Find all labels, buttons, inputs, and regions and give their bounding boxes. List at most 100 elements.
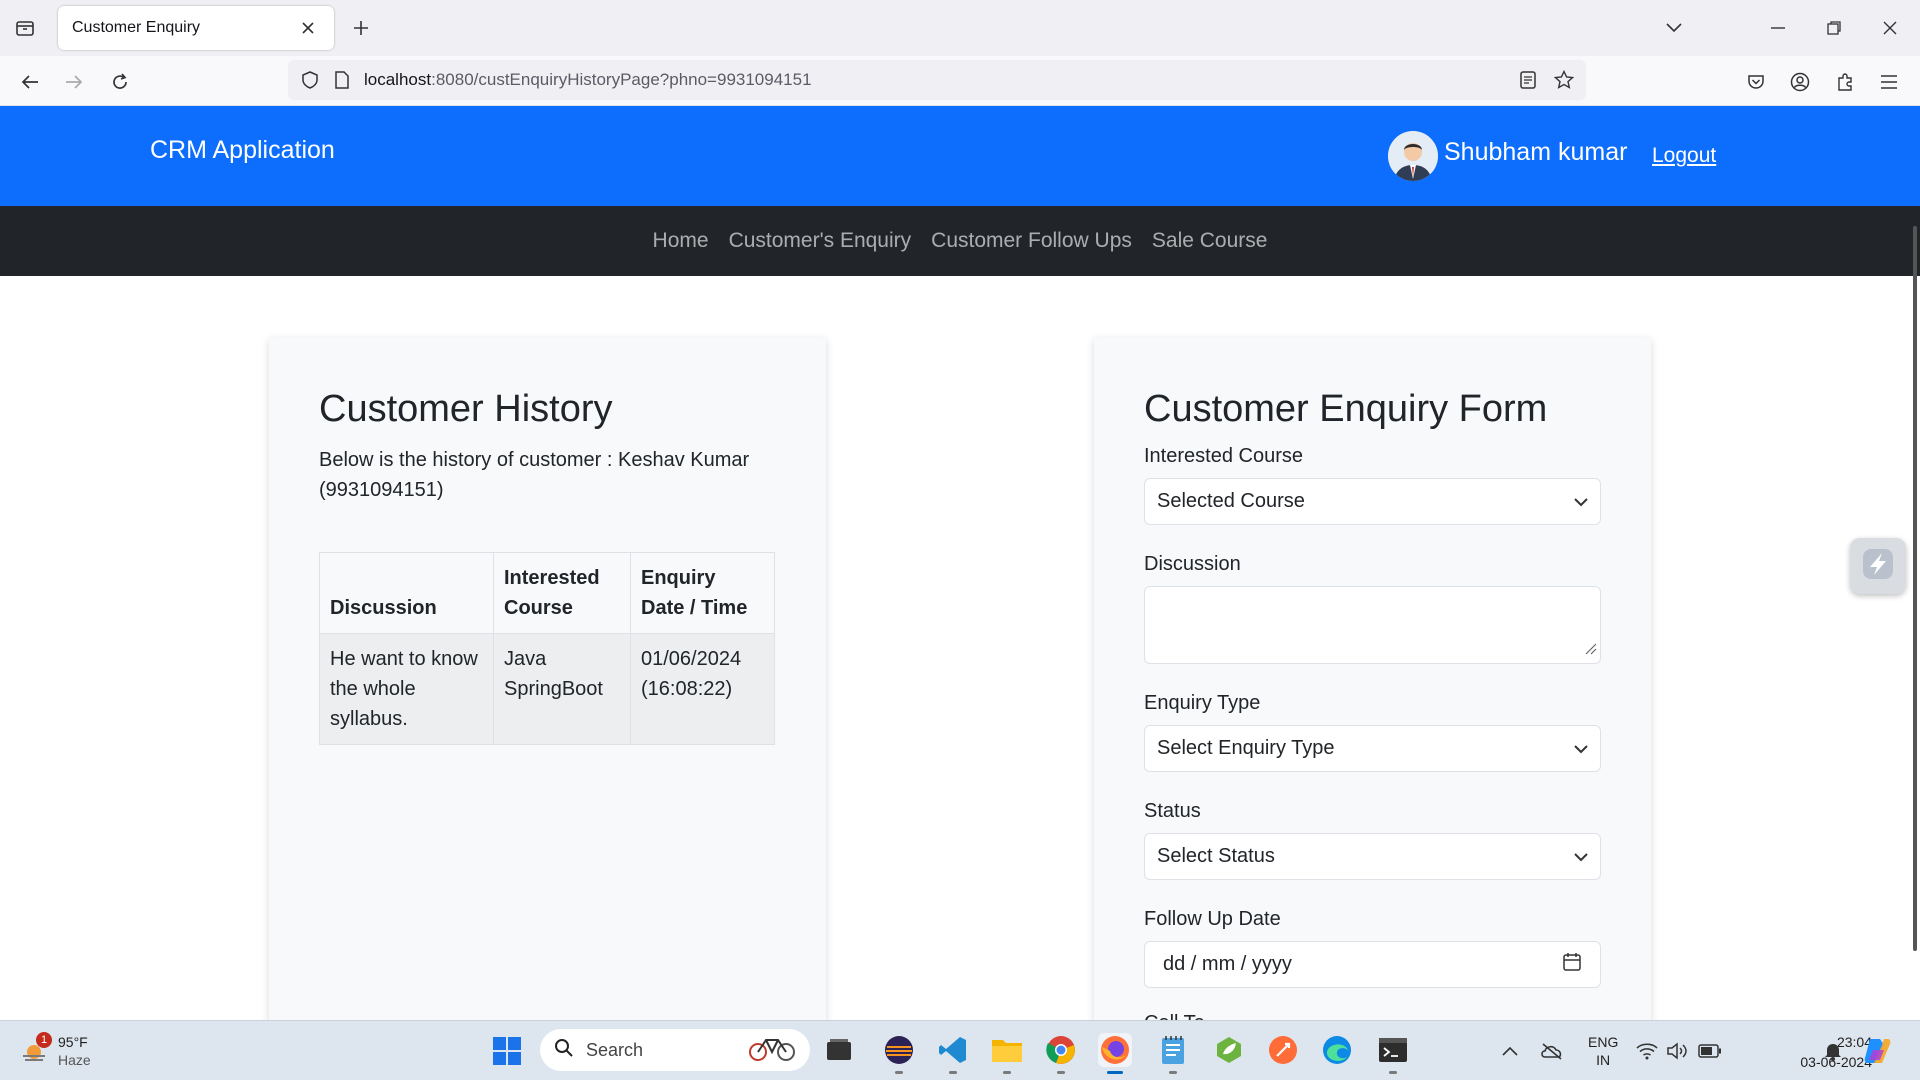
volume-icon[interactable] [1666,1021,1688,1080]
running-indicator [895,1071,903,1074]
reload-icon[interactable] [104,66,136,98]
course-select[interactable]: Selected Course [1144,478,1601,525]
notepad-icon[interactable] [1156,1033,1190,1074]
pocket-icon[interactable] [1740,66,1772,98]
discussion-field-group: Discussion [1144,553,1601,664]
browser-tabbar: Customer Enquiry [0,0,1920,56]
history-table: Discussion Interested Course Enquiry Dat… [319,552,775,745]
cell-datetime: 01/06/2024 (16:08:22) [630,633,775,745]
url-text[interactable]: localhost:8080/custEnquiryHistoryPage?ph… [364,70,812,90]
running-indicator [1389,1071,1397,1074]
running-indicator [949,1071,957,1074]
spring-tools-icon[interactable] [1212,1033,1246,1067]
show-hidden-icons-chevron[interactable] [1502,1021,1518,1080]
tab-title: Customer Enquiry [72,19,201,36]
vscode-icon[interactable] [936,1033,970,1074]
reader-view-icon[interactable] [1514,66,1542,94]
status-label: Status [1144,800,1201,822]
browser-toolbar: localhost:8080/custEnquiryHistoryPage?ph… [0,56,1920,106]
main-menu: Home Customer's Enquiry Customer Follow … [0,206,1920,276]
avatar [1388,131,1438,181]
lang-bottom: IN [1596,1052,1611,1068]
call-to-label: Call To [1144,1012,1601,1020]
course-select-value: Selected Course [1157,490,1305,512]
enquiry-form-card: Customer Enquiry Form Interested Course … [1094,338,1651,1020]
close-window-icon[interactable] [1874,12,1906,44]
followup-field-group: Follow Up Date dd / mm / yyyy [1144,908,1601,988]
lang-top: ENG [1588,1034,1619,1050]
customer-history-card: Customer History Below is the history of… [269,338,826,1020]
menu-item-home[interactable]: Home [653,229,709,253]
tab-close-icon[interactable] [296,16,320,40]
os-taskbar: 1 95°F Haze Search ENG IN 23:04 03-06-20… [0,1020,1920,1080]
page-scrollbar[interactable] [1913,226,1917,951]
table-row: He want to know the whole syllabus. Java… [319,633,775,745]
file-explorer-icon[interactable] [990,1033,1024,1074]
url-host: localhost [364,70,432,89]
onedrive-offline-icon[interactable] [1540,1021,1564,1080]
history-title: Customer History [319,388,613,430]
bookmark-star-icon[interactable] [1550,66,1578,94]
form-title: Customer Enquiry Form [1144,388,1548,430]
menu-hamburger-icon[interactable] [1873,66,1905,98]
followup-date-input[interactable]: dd / mm / yyyy [1144,941,1601,988]
menu-item-sale-course[interactable]: Sale Course [1152,229,1268,253]
battery-icon[interactable] [1698,1021,1722,1080]
taskbar-search[interactable]: Search [540,1029,810,1071]
notification-bell-icon[interactable] [1824,1021,1842,1080]
followup-label: Follow Up Date [1144,908,1281,930]
status-field-group: Status Select Status [1144,800,1601,880]
wifi-icon[interactable] [1636,1021,1658,1080]
web-page: CRM Application Shubham kumar Logout Hom… [0,106,1920,1020]
weather-temp: 95°F [58,1034,88,1050]
column-header-discussion: Discussion [319,552,494,634]
task-view-icon[interactable] [822,1033,856,1067]
language-indicator[interactable]: ENG IN [1588,1021,1618,1080]
restore-icon[interactable] [1818,12,1850,44]
list-all-tabs-icon[interactable] [1658,12,1690,44]
enquiry-type-select[interactable]: Select Enquiry Type [1144,725,1601,772]
firefox-icon[interactable] [1098,1033,1132,1074]
table-header-row: Discussion Interested Course Enquiry Dat… [319,552,775,634]
postman-icon[interactable] [1266,1033,1300,1067]
course-label: Interested Course [1144,445,1303,467]
weather-widget[interactable]: 1 95°F Haze [20,1029,110,1073]
address-bar[interactable]: localhost:8080/custEnquiryHistoryPage?ph… [288,60,1586,100]
tab-list-icon[interactable] [10,14,40,42]
floating-widget-button[interactable] [1850,538,1906,594]
cell-course: Java SpringBoot [493,633,631,745]
logout-link[interactable]: Logout [1652,144,1716,168]
browser-tab-active[interactable]: Customer Enquiry [58,6,334,50]
active-indicator [1107,1071,1123,1074]
terminal-icon[interactable] [1376,1033,1410,1074]
status-select[interactable]: Select Status [1144,833,1601,880]
back-icon[interactable] [14,66,46,98]
resize-handle-icon[interactable] [1583,641,1597,660]
status-select-value: Select Status [1157,845,1275,867]
brand-title[interactable]: CRM Application [150,136,335,165]
search-label: Search [586,1039,644,1060]
enquiry-type-field-group: Enquiry Type Select Enquiry Type [1144,692,1601,772]
course-field-group: Interested Course Selected Course [1144,445,1601,525]
extensions-icon[interactable] [1829,66,1861,98]
eclipse-icon[interactable] [882,1033,916,1074]
shield-icon[interactable] [296,66,324,94]
calendar-icon[interactable] [1562,952,1582,978]
forward-icon[interactable] [58,66,90,98]
menu-item-customers-enquiry[interactable]: Customer's Enquiry [729,229,912,253]
discussion-textarea[interactable] [1144,586,1601,664]
enquiry-type-label: Enquiry Type [1144,692,1261,714]
menu-item-customer-follow-ups[interactable]: Customer Follow Ups [931,229,1132,253]
minimize-icon[interactable] [1762,12,1794,44]
copilot-icon[interactable] [1862,1021,1892,1080]
page-icon[interactable] [328,66,356,94]
bicycle-icon [748,1034,796,1067]
chrome-icon[interactable] [1044,1033,1078,1074]
account-icon[interactable] [1784,66,1816,98]
chevron-down-icon [1574,737,1588,760]
edge-icon[interactable] [1320,1033,1354,1067]
history-description: Below is the history of customer : Kesha… [319,449,750,501]
new-tab-icon[interactable] [347,14,375,42]
windows-start-icon[interactable] [492,1036,522,1066]
weather-badge: 1 [36,1032,52,1048]
